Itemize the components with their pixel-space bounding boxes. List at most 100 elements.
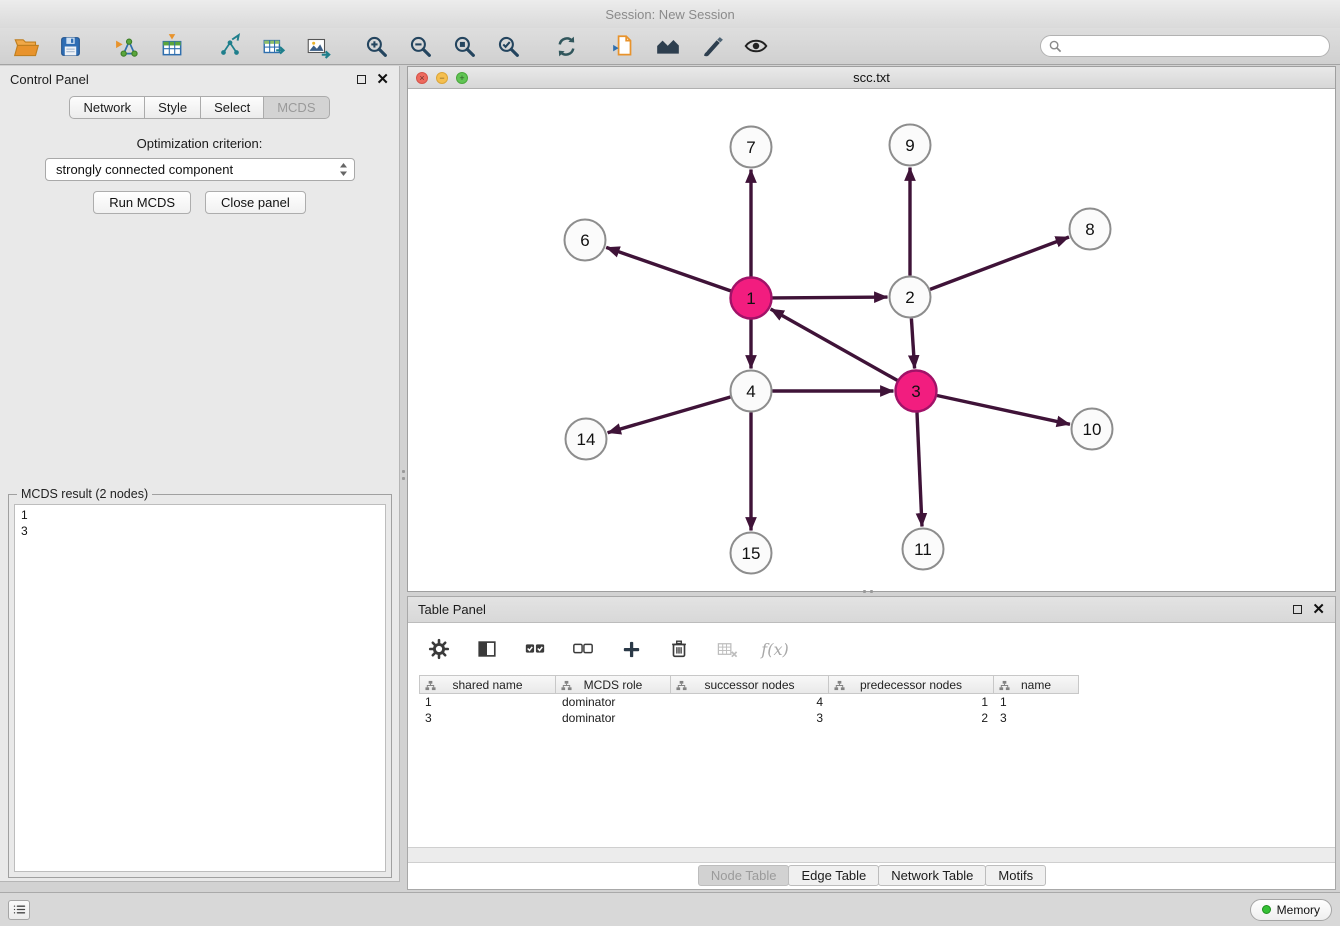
edge-3-11[interactable] <box>917 413 922 527</box>
edges-layer <box>606 168 1070 531</box>
memory-button-label: Memory <box>1277 903 1320 917</box>
node-14[interactable]: 14 <box>566 419 607 460</box>
svg-text:15: 15 <box>742 544 761 563</box>
zoom-fit-icon[interactable] <box>448 31 480 61</box>
node-9[interactable]: 9 <box>890 125 931 166</box>
minimize-window-icon[interactable]: − <box>436 72 448 84</box>
column-header-mcds-role[interactable]: MCDS role <box>556 675 671 694</box>
mcds-result-list[interactable]: 13 <box>14 504 386 872</box>
zoom-window-icon[interactable]: + <box>456 72 468 84</box>
close-window-icon[interactable]: × <box>416 72 428 84</box>
delete-column-trash-icon[interactable] <box>666 636 692 662</box>
style-brush-icon[interactable] <box>696 31 728 61</box>
table-cell: dominator <box>556 710 671 726</box>
network-canvas[interactable]: 7 9 6 8 1 2 4 3 10 14 11 15 <box>408 89 1335 591</box>
close-table-panel-icon[interactable]: ✕ <box>1312 602 1325 617</box>
node-2[interactable]: 2 <box>890 277 931 318</box>
eye-icon[interactable] <box>740 31 772 61</box>
table-toolbar: f(x) <box>408 623 1335 675</box>
import-group <box>112 31 188 61</box>
float-table-panel-icon[interactable] <box>1293 605 1302 614</box>
tab-network-table[interactable]: Network Table <box>878 865 986 886</box>
table-row[interactable]: 3dominator323 <box>419 710 1335 726</box>
vertical-splitter-handle[interactable] <box>401 462 406 488</box>
zoom-selected-icon[interactable] <box>492 31 524 61</box>
zoom-in-icon[interactable] <box>360 31 392 61</box>
svg-text:10: 10 <box>1083 420 1102 439</box>
edge-3-1[interactable] <box>771 309 898 380</box>
clone-network-icon[interactable] <box>608 31 640 61</box>
tab-select[interactable]: Select <box>201 96 264 119</box>
tab-motifs[interactable]: Motifs <box>985 865 1046 886</box>
float-panel-icon[interactable] <box>357 75 366 84</box>
node-3[interactable]: 3 <box>896 371 937 412</box>
edge-1-2[interactable] <box>773 297 888 298</box>
unselect-all-columns-icon[interactable] <box>570 636 596 662</box>
function-builder-icon[interactable]: f(x) <box>762 636 788 662</box>
mcds-buttons-row: Run MCDS Close panel <box>0 191 399 214</box>
table-row[interactable]: 1dominator411 <box>419 694 1335 710</box>
node-6[interactable]: 6 <box>565 220 606 261</box>
refresh-icon[interactable] <box>550 31 582 61</box>
table-cell: 2 <box>829 710 994 726</box>
export-network-icon[interactable] <box>214 31 246 61</box>
node-15[interactable]: 15 <box>731 533 772 574</box>
horizontal-scrollbar[interactable] <box>408 847 1335 863</box>
table-tabs: Node TableEdge TableNetwork TableMotifs <box>408 865 1335 886</box>
node-10[interactable]: 10 <box>1072 409 1113 450</box>
edge-3-10[interactable] <box>937 396 1070 425</box>
table-panel-title: Table Panel <box>418 602 486 617</box>
edge-2-8[interactable] <box>930 237 1069 289</box>
column-header-successor-nodes[interactable]: successor nodes <box>671 675 829 694</box>
task-history-icon[interactable] <box>8 900 30 920</box>
edge-4-14[interactable] <box>608 397 731 433</box>
column-header-shared-name[interactable]: shared name <box>419 675 556 694</box>
tab-mcds[interactable]: MCDS <box>264 96 329 119</box>
memory-button[interactable]: Memory <box>1250 899 1332 921</box>
delete-table-icon-disabled[interactable] <box>714 636 740 662</box>
svg-text:8: 8 <box>1085 220 1094 239</box>
svg-text:3: 3 <box>911 382 920 401</box>
node-4[interactable]: 4 <box>731 371 772 412</box>
save-session-icon[interactable] <box>54 31 86 61</box>
application-window: Session: New Session <box>0 0 1340 926</box>
tab-edge-table[interactable]: Edge Table <box>788 865 879 886</box>
table-cell: 3 <box>419 710 556 726</box>
search-field[interactable] <box>1040 35 1330 57</box>
table-cell: 3 <box>671 710 829 726</box>
table-cell: 3 <box>994 710 1079 726</box>
close-panel-button[interactable]: Close panel <box>205 191 306 214</box>
tab-style[interactable]: Style <box>145 96 201 119</box>
horizontal-splitter-handle[interactable] <box>855 589 881 594</box>
view-group <box>608 31 772 61</box>
add-column-icon[interactable] <box>618 636 644 662</box>
node-1[interactable]: 1 <box>731 278 772 319</box>
criterion-dropdown[interactable]: strongly connected component <box>45 158 355 181</box>
open-session-icon[interactable] <box>10 31 42 61</box>
search-input[interactable] <box>1067 39 1321 53</box>
close-panel-icon[interactable]: ✕ <box>376 72 389 87</box>
import-network-icon[interactable] <box>112 31 144 61</box>
export-image-icon[interactable] <box>302 31 334 61</box>
export-table-icon[interactable] <box>258 31 290 61</box>
edge-1-6[interactable] <box>606 247 731 291</box>
result-list-item[interactable]: 3 <box>15 523 385 539</box>
select-all-columns-icon[interactable] <box>522 636 548 662</box>
home-icon[interactable] <box>652 31 684 61</box>
run-mcds-button[interactable]: Run MCDS <box>93 191 191 214</box>
import-table-icon[interactable] <box>156 31 188 61</box>
node-7[interactable]: 7 <box>731 127 772 168</box>
svg-text:1: 1 <box>746 289 755 308</box>
edge-2-3[interactable] <box>911 319 914 369</box>
column-header-predecessor-nodes[interactable]: predecessor nodes <box>829 675 994 694</box>
show-columns-icon[interactable] <box>474 636 500 662</box>
column-header-name[interactable]: name <box>994 675 1079 694</box>
node-11[interactable]: 11 <box>903 529 944 570</box>
zoom-out-icon[interactable] <box>404 31 436 61</box>
tab-node-table[interactable]: Node Table <box>698 865 790 886</box>
node-8[interactable]: 8 <box>1070 209 1111 250</box>
table-settings-gear-icon[interactable] <box>426 636 452 662</box>
tab-network[interactable]: Network <box>69 96 145 119</box>
result-list-item[interactable]: 1 <box>15 507 385 523</box>
table-cell: 4 <box>671 694 829 710</box>
